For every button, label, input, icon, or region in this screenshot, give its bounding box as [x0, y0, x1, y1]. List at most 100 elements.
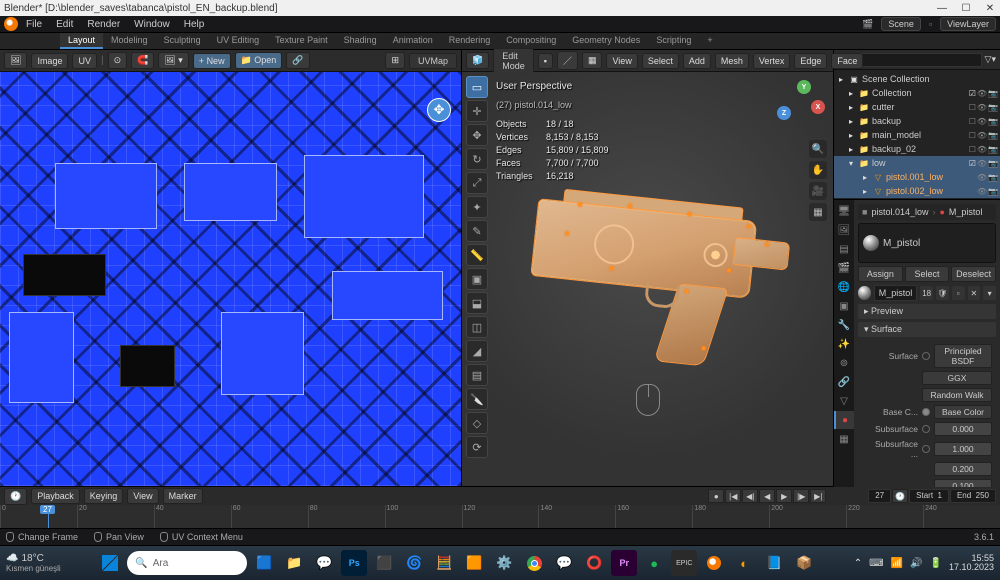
- selmode-edge-icon[interactable]: ／: [557, 51, 578, 70]
- material-fakeuser-icon[interactable]: 🛡: [936, 286, 949, 300]
- task-widgets-icon[interactable]: 🟦: [251, 550, 277, 576]
- ptab-object-icon[interactable]: ▣: [834, 297, 854, 315]
- nav-gizmo[interactable]: X Y Z: [777, 80, 825, 128]
- mode-selector[interactable]: Edit Mode: [493, 48, 534, 74]
- tray-wifi-icon[interactable]: 📶: [891, 558, 903, 569]
- tool-measure[interactable]: 📏: [466, 244, 488, 266]
- ptab-data-icon[interactable]: ▽: [834, 392, 854, 410]
- material-name-field[interactable]: M_pistol: [874, 285, 918, 301]
- uv-menu-image[interactable]: Image: [31, 53, 68, 69]
- end-frame-field[interactable]: End 250: [950, 489, 996, 503]
- task-discord-icon[interactable]: 💬: [551, 550, 577, 576]
- selmode-vertex-icon[interactable]: ▪: [538, 53, 553, 69]
- tray-volume-icon[interactable]: 🔊: [910, 558, 922, 569]
- current-frame-field[interactable]: 27: [868, 489, 891, 503]
- tab-layout[interactable]: Layout: [60, 33, 103, 49]
- task-teams-icon[interactable]: 💬: [311, 550, 337, 576]
- material-nodes-icon[interactable]: ▾: [983, 286, 996, 300]
- ptab-output-icon[interactable]: 🖼: [834, 221, 854, 239]
- jump-nextkey-icon[interactable]: |▶: [793, 489, 809, 503]
- tl-menu-marker[interactable]: Marker: [163, 488, 203, 504]
- tl-menu-playback[interactable]: Playback: [31, 488, 80, 504]
- camera-gizmo-icon[interactable]: 🎥: [809, 182, 827, 200]
- uv-map-selector[interactable]: UVMap: [409, 53, 457, 69]
- task-steam-icon[interactable]: ⚙️: [491, 550, 517, 576]
- task-blender-icon[interactable]: [701, 550, 727, 576]
- menu-help[interactable]: Help: [178, 17, 211, 32]
- menu-window[interactable]: Window: [128, 17, 176, 32]
- tab-uvediting[interactable]: UV Editing: [209, 33, 268, 49]
- v3d-menu-select[interactable]: Select: [642, 53, 679, 69]
- task-opera-icon[interactable]: ⭕: [581, 550, 607, 576]
- subsurface-r[interactable]: 1.000: [934, 442, 992, 456]
- editor-type-3d-icon[interactable]: 🧊: [466, 52, 489, 69]
- task-terminal-icon[interactable]: ⬛: [371, 550, 397, 576]
- v3d-menu-vertex[interactable]: Vertex: [753, 53, 791, 69]
- uv-canvas[interactable]: [0, 72, 461, 486]
- editor-type-timeline-icon[interactable]: 🕐: [4, 488, 27, 505]
- ptab-world-icon[interactable]: 🌐: [834, 278, 854, 296]
- jump-prevkey-icon[interactable]: ◀|: [742, 489, 758, 503]
- material-slot-list[interactable]: M_pistol: [858, 223, 996, 263]
- tab-geonodes[interactable]: Geometry Nodes: [564, 33, 648, 49]
- tab-compositing[interactable]: Compositing: [498, 33, 564, 49]
- tool-cursor[interactable]: ✛: [466, 100, 488, 122]
- tab-shading[interactable]: Shading: [336, 33, 385, 49]
- timeline-track[interactable]: 02040 6080100 120140160 180200220 240: [0, 505, 1000, 528]
- tool-scale[interactable]: ⤢: [466, 172, 488, 194]
- editor-type-uv-icon[interactable]: 🖼: [4, 52, 27, 69]
- tool-loopcut[interactable]: ▤: [466, 364, 488, 386]
- subsurface-value[interactable]: 0.000: [934, 422, 992, 436]
- uv-open-button[interactable]: 📁 Open: [235, 52, 283, 69]
- uv-menu-uv[interactable]: UV: [72, 53, 97, 69]
- jump-end-icon[interactable]: ▶|: [810, 489, 826, 503]
- play-icon[interactable]: ▶: [776, 489, 792, 503]
- basecolor-source[interactable]: Base Color: [934, 405, 992, 419]
- tab-sculpting[interactable]: Sculpting: [156, 33, 209, 49]
- material-new-icon[interactable]: ▫: [952, 286, 965, 300]
- subsurface-g[interactable]: 0.200: [934, 462, 992, 476]
- tab-rendering[interactable]: Rendering: [441, 33, 499, 49]
- ptab-constraint-icon[interactable]: 🔗: [834, 373, 854, 391]
- subsurf-method-selector[interactable]: Random Walk: [922, 388, 992, 402]
- uv-pivot-icon[interactable]: ⊙: [108, 52, 128, 69]
- autokey-icon[interactable]: ●: [708, 489, 724, 503]
- scene-selector[interactable]: Scene: [881, 17, 921, 31]
- menu-edit[interactable]: Edit: [50, 17, 79, 32]
- jump-start-icon[interactable]: |◀: [725, 489, 741, 503]
- tray-lang-icon[interactable]: ⌨: [869, 558, 883, 569]
- task-epic-icon[interactable]: EPIC: [671, 550, 697, 576]
- tool-bevel[interactable]: ◢: [466, 340, 488, 362]
- tab-modeling[interactable]: Modeling: [103, 33, 156, 49]
- v3d-menu-mesh[interactable]: Mesh: [715, 53, 749, 69]
- uv-new-button[interactable]: + New: [193, 53, 231, 69]
- tray-chevron-icon[interactable]: ⌃: [854, 558, 862, 569]
- taskbar-search[interactable]: 🔍 Ara: [127, 551, 247, 575]
- uv-overlay-icon[interactable]: ⊞: [385, 52, 405, 69]
- outliner-filter-icon[interactable]: ▽▾: [985, 54, 996, 65]
- outliner-tree[interactable]: ▸▣Scene Collection ▸📁Collection☑👁📷 ▸📁cut…: [834, 70, 1000, 199]
- tray-battery-icon[interactable]: 🔋: [930, 558, 942, 569]
- material-unlink-icon[interactable]: ✕: [968, 286, 981, 300]
- persp-gizmo-icon[interactable]: ▦: [809, 203, 827, 221]
- ptab-modifier-icon[interactable]: 🔧: [834, 316, 854, 334]
- tool-rotate[interactable]: ↻: [466, 148, 488, 170]
- task-explorer-icon[interactable]: 📁: [281, 550, 307, 576]
- ptab-texture-icon[interactable]: ▦: [834, 430, 854, 448]
- weather-widget[interactable]: ☁️ 18°C Kısmen güneşli: [6, 554, 61, 573]
- mat-deselect-button[interactable]: Deselect: [951, 266, 996, 282]
- tl-menu-view[interactable]: View: [127, 488, 158, 504]
- preview-range-icon[interactable]: 🕐: [892, 489, 908, 503]
- task-premiere-icon[interactable]: Pr: [611, 550, 637, 576]
- playhead[interactable]: [48, 505, 49, 528]
- tool-annotate[interactable]: ✎: [466, 220, 488, 242]
- play-reverse-icon[interactable]: ◀: [759, 489, 775, 503]
- window-min-button[interactable]: —: [936, 3, 948, 14]
- task-photoshop-icon[interactable]: Ps: [341, 550, 367, 576]
- viewlayer-selector[interactable]: ViewLayer: [940, 17, 996, 31]
- shader-selector[interactable]: Principled BSDF: [934, 344, 992, 368]
- v3d-menu-add[interactable]: Add: [683, 53, 711, 69]
- menu-render[interactable]: Render: [81, 17, 126, 32]
- uv-2dcursor-icon[interactable]: [427, 98, 451, 122]
- task-app1-icon[interactable]: 🟧: [461, 550, 487, 576]
